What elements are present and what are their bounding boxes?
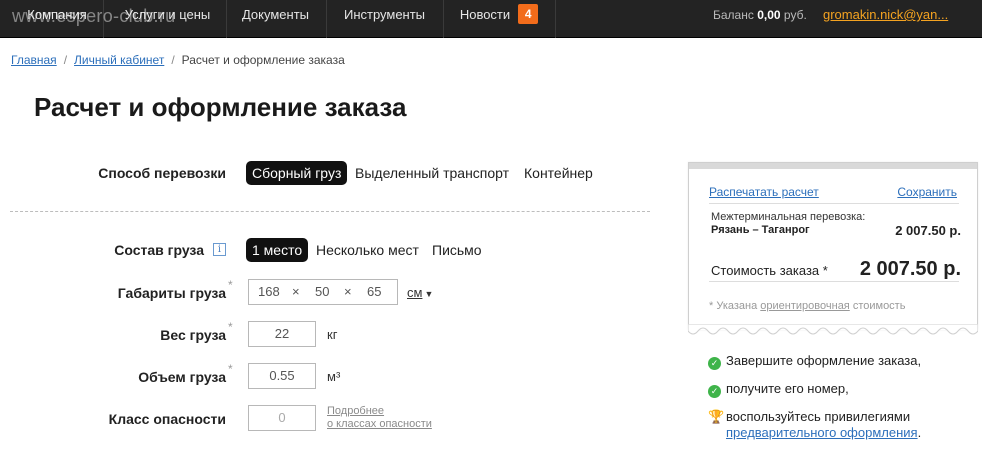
transport-option-container[interactable]: Контейнер — [524, 165, 593, 181]
step-text: Завершите оформление заказа, — [726, 353, 922, 368]
balance-info: Баланс 0,00 руб. — [713, 0, 807, 38]
card-torn-edge — [688, 324, 978, 335]
required-asterisk: * — [228, 278, 233, 292]
breadcrumb-separator: / — [171, 53, 175, 67]
times-sign: × — [292, 284, 300, 299]
print-estimate-link[interactable]: Распечатать расчет — [709, 185, 819, 199]
estimate-note-prefix: * Указана — [709, 300, 758, 312]
step-text-end: . — [917, 425, 922, 440]
cargo-composition-label: Состав груза — [114, 242, 204, 258]
route-name: Рязань – Таганрог — [711, 224, 810, 236]
nav-item-tools[interactable]: Инструменты — [327, 0, 442, 38]
required-asterisk: * — [228, 320, 233, 334]
total-label: Стоимость заказа * — [711, 263, 828, 278]
dimension-unit-value: см — [407, 285, 423, 300]
breadcrumb-current: Расчет и оформление заказа — [181, 53, 345, 67]
top-navbar: Компания Услуги и цены Документы Инструм… — [0, 0, 982, 38]
volume-unit: м³ — [327, 369, 341, 384]
breadcrumb-home-link[interactable]: Главная — [11, 53, 57, 67]
estimate-note-link[interactable]: ориентировочная — [760, 300, 849, 312]
times-sign: × — [344, 284, 352, 299]
balance-currency: руб. — [783, 8, 807, 22]
weight-input[interactable]: 22 — [248, 321, 316, 347]
step-text: воспользуйтесь привилегиями — [726, 409, 911, 424]
nav-item-services[interactable]: Услуги и цены — [110, 0, 225, 38]
balance-value: 0,00 — [757, 8, 781, 22]
total-price: 2 007.50 р. — [859, 258, 961, 280]
chevron-down-icon: ▼ — [424, 289, 434, 299]
breadcrumb-cabinet-link[interactable]: Личный кабинет — [74, 53, 164, 67]
transport-option-dedicated[interactable]: Выделенный транспорт — [355, 165, 509, 181]
card-top-strip — [689, 163, 977, 169]
transport-method-label: Способ перевозки — [98, 165, 226, 181]
weight-label: Вес груза — [160, 327, 226, 343]
required-asterisk: * — [228, 362, 233, 376]
check-icon: ✓ — [708, 357, 721, 370]
estimate-note-suffix: стоимость — [852, 300, 906, 312]
dimensions-input[interactable]: 168 × 50 × 65 — [248, 279, 398, 305]
nav-item-company[interactable]: Компания — [14, 0, 100, 38]
balance-label: Баланс — [713, 8, 754, 22]
card-divider — [709, 203, 959, 204]
route-price: 2 007.50 р. — [895, 223, 961, 238]
card-divider — [709, 281, 959, 282]
step-text: получите его номер, — [726, 381, 849, 396]
width-value[interactable]: 50 — [315, 280, 329, 304]
hazard-info-link-line1: Подробнее — [327, 405, 385, 417]
hazard-info-link-line2: о классах опасности — [327, 418, 432, 430]
transport-option-consolidated[interactable]: Сборный груз — [246, 161, 348, 185]
step-complete-order: ✓ Завершите оформление заказа, — [708, 353, 921, 370]
estimate-note: * Указана ориентировочная стоимость — [709, 300, 905, 312]
nav-item-news[interactable]: Новости 4 — [444, 0, 554, 38]
user-account-link[interactable]: gromakin.nick@yan... — [823, 0, 948, 38]
breadcrumb-separator: / — [63, 53, 68, 67]
nav-news-label: Новости — [459, 7, 511, 22]
route-label: Межтерминальная перевозка: — [711, 211, 866, 223]
preliminary-registration-link[interactable]: предварительного оформления — [726, 425, 918, 440]
nav-item-documents[interactable]: Документы — [227, 0, 324, 38]
length-value[interactable]: 168 — [258, 280, 280, 304]
info-icon[interactable]: i — [213, 243, 226, 256]
trophy-icon: 🏆 — [708, 409, 725, 424]
check-icon: ✓ — [708, 385, 721, 398]
dimension-unit-select[interactable]: см ▼ — [407, 285, 433, 300]
breadcrumb: Главная / Личный кабинет / Расчет и оформлен… — [11, 53, 345, 67]
news-count-badge: 4 — [518, 4, 539, 24]
nav-divider — [103, 0, 104, 38]
page-title: Расчет и оформление заказа — [34, 92, 407, 122]
order-summary-card: Распечатать расчет Сохранить Межтерминал… — [688, 162, 978, 330]
composition-option-letter[interactable]: Письмо — [432, 242, 482, 258]
save-link[interactable]: Сохранить — [897, 185, 957, 199]
weight-unit: кг — [327, 327, 338, 342]
nav-divider — [555, 0, 556, 38]
step-get-number: ✓ получите его номер, — [708, 381, 849, 398]
composition-option-single[interactable]: 1 место — [246, 238, 309, 262]
composition-option-multiple[interactable]: Несколько мест — [316, 242, 419, 258]
hazard-class-label: Класс опасности — [108, 411, 226, 427]
volume-label: Объем груза — [138, 369, 226, 385]
volume-input[interactable]: 0.55 — [248, 363, 316, 389]
section-divider — [10, 211, 650, 212]
hazard-class-input[interactable]: 0 — [248, 405, 316, 431]
hazard-info-link[interactable]: Подробнее о классах опасности — [327, 405, 432, 431]
height-value[interactable]: 65 — [367, 280, 381, 304]
dimensions-label: Габариты груза — [117, 285, 226, 301]
step-privileges: 🏆 воспользуйтесь привилегиями предварител… — [708, 409, 921, 441]
